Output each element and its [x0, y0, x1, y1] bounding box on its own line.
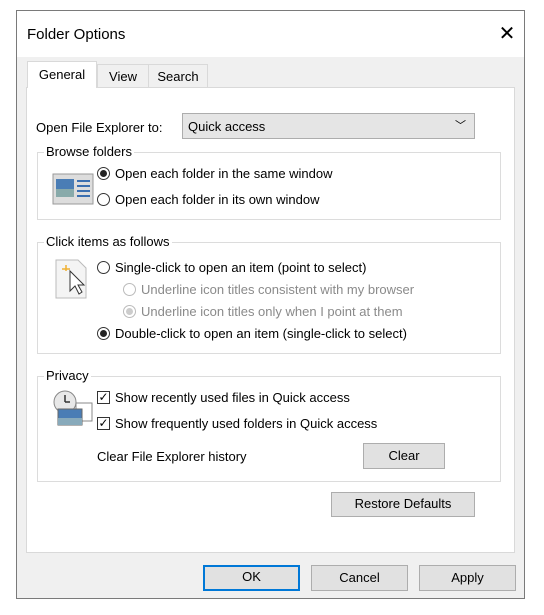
- double-click-radio[interactable]: [97, 327, 110, 340]
- open-to-label: Open File Explorer to:: [36, 120, 163, 135]
- single-click-label[interactable]: Single-click to open an item (point to s…: [115, 260, 366, 275]
- same-window-label[interactable]: Open each folder in the same window: [115, 166, 333, 181]
- frequent-folders-label[interactable]: Show frequently used folders in Quick ac…: [115, 416, 377, 431]
- single-click-radio[interactable]: [97, 261, 110, 274]
- folder-options-dialog: Folder Options ✕ General View Search Ope…: [16, 10, 525, 599]
- tab-general[interactable]: General: [27, 61, 97, 88]
- apply-button[interactable]: Apply: [419, 565, 516, 591]
- chevron-down-icon: ﹀: [455, 120, 466, 132]
- own-window-radio[interactable]: [97, 193, 110, 206]
- general-tab-panel: Open File Explorer to: Quick access ﹀ Br…: [26, 87, 515, 553]
- ok-button[interactable]: OK: [203, 565, 300, 591]
- window-title: Folder Options: [27, 26, 126, 43]
- pointer-icon: [55, 259, 87, 299]
- open-to-value: Quick access: [188, 119, 266, 134]
- clear-history-label: Clear File Explorer history: [97, 449, 247, 464]
- underline-point-label[interactable]: Underline icon titles only when I point …: [141, 304, 403, 319]
- privacy-title: Privacy: [44, 368, 91, 383]
- restore-defaults-button[interactable]: Restore Defaults: [331, 492, 475, 517]
- cancel-button[interactable]: Cancel: [311, 565, 408, 591]
- underline-browser-label[interactable]: Underline icon titles consistent with my…: [141, 282, 414, 297]
- privacy-group: Privacy ✓ Show recently used files in Qu…: [37, 368, 501, 482]
- privacy-icon: [53, 390, 93, 426]
- tab-view[interactable]: View: [97, 64, 149, 87]
- recent-files-checkbox[interactable]: ✓: [97, 391, 110, 404]
- open-to-dropdown[interactable]: Quick access ﹀: [182, 113, 475, 139]
- browse-folders-icon: [52, 173, 94, 205]
- recent-files-label[interactable]: Show recently used files in Quick access: [115, 390, 350, 405]
- double-click-label[interactable]: Double-click to open an item (single-cli…: [115, 326, 407, 341]
- browse-folders-group: Browse folders Open each folder in the s…: [37, 144, 501, 220]
- close-icon[interactable]: ✕: [495, 23, 519, 47]
- tab-search[interactable]: Search: [148, 64, 208, 87]
- click-items-title: Click items as follows: [44, 234, 172, 249]
- underline-browser-radio[interactable]: [123, 283, 136, 296]
- same-window-radio[interactable]: [97, 167, 110, 180]
- frequent-folders-checkbox[interactable]: ✓: [97, 417, 110, 430]
- own-window-label[interactable]: Open each folder in its own window: [115, 192, 320, 207]
- click-items-group: Click items as follows Single-click to o…: [37, 234, 501, 354]
- title-bar: Folder Options ✕: [17, 11, 524, 57]
- browse-folders-title: Browse folders: [44, 144, 134, 159]
- clear-button[interactable]: Clear: [363, 443, 445, 469]
- underline-point-radio[interactable]: [123, 305, 136, 318]
